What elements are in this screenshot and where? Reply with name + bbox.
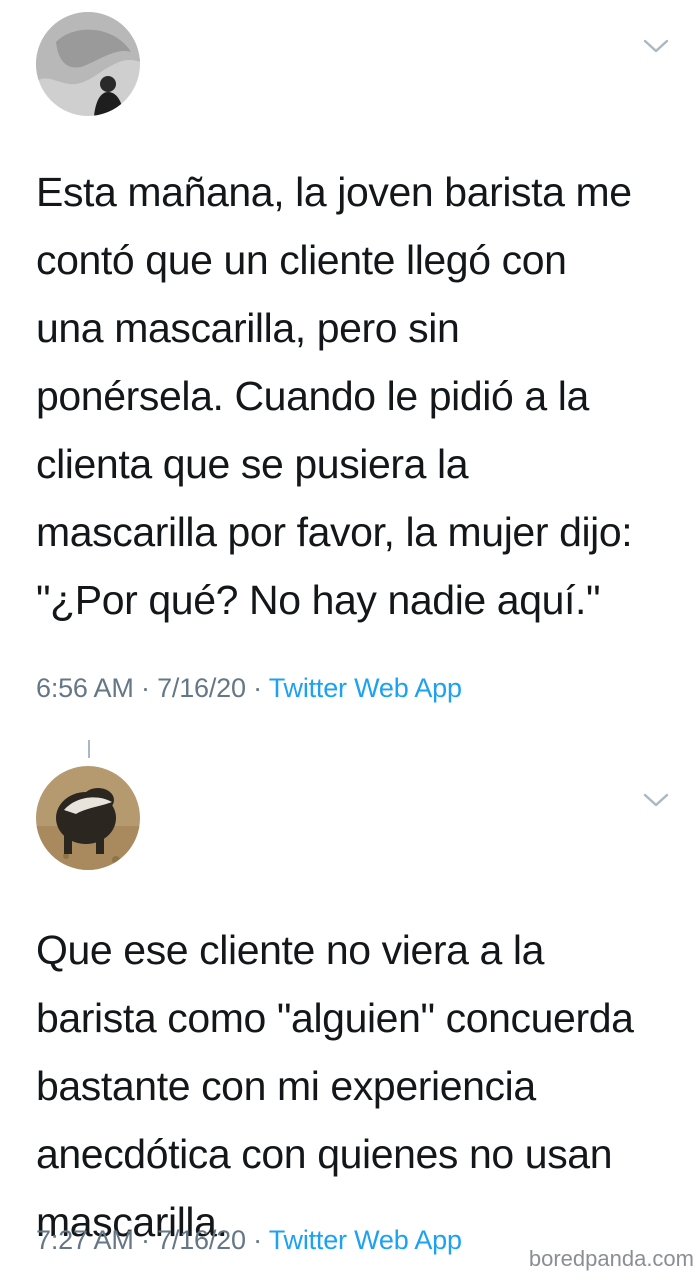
tweet-time[interactable]: 7:27 AM [36,1225,134,1255]
tweet-source-link[interactable]: Twitter Web App [269,1225,462,1255]
tweet-meta: 7:27 AM · 7/16/20 · Twitter Web App [36,1225,462,1256]
meta-separator: · [253,673,262,703]
tweet-source-link[interactable]: Twitter Web App [269,673,462,703]
tweet-text: Que ese cliente no viera a la barista co… [36,916,676,1256]
meta-separator: · [140,1225,150,1255]
tweet-text-line: ponérsela. Cuando le pidió a la [36,373,589,419]
meta-separator: · [253,1225,262,1255]
tweet-date[interactable]: 7/16/20 [157,1225,246,1255]
avatar-photo-icon [36,12,140,116]
avatar-tweet1[interactable] [36,12,140,116]
avatar-photo-icon [36,766,140,870]
tweet-text-line: bastante con mi experiencia [36,1063,536,1109]
chevron-down-icon[interactable] [642,38,670,56]
tweet-text-line: clienta que se pusiera la [36,441,469,487]
tweet-text-line: mascarilla por favor, la mujer dijo: [36,509,633,555]
tweet-text-line: "¿Por qué? No hay nadie aquí." [36,577,601,623]
tweet-text-line: Que ese cliente no viera a la [36,927,545,973]
avatar-tweet2[interactable] [36,766,140,870]
thread-connector [88,740,90,758]
tweet-text-line: Esta mañana, la joven barista me [36,169,632,215]
tweet-text-line: contó que un cliente llegó con [36,237,567,283]
tweet-text-line: una mascarilla, pero sin [36,305,460,351]
tweet-text-line: barista como "alguien" concuerda [36,995,634,1041]
chevron-down-icon[interactable] [642,792,670,810]
tweet-time[interactable]: 6:56 AM [36,673,134,703]
watermark: boredpanda.com [528,1246,694,1272]
tweet-date[interactable]: 7/16/20 [157,673,246,703]
meta-separator: · [140,673,150,703]
tweet-text-line: anecdótica con quienes no usan [36,1131,613,1177]
tweet-meta: 6:56 AM · 7/16/20 · Twitter Web App [36,673,462,704]
tweet-text: Esta mañana, la joven barista me contó q… [36,158,676,634]
